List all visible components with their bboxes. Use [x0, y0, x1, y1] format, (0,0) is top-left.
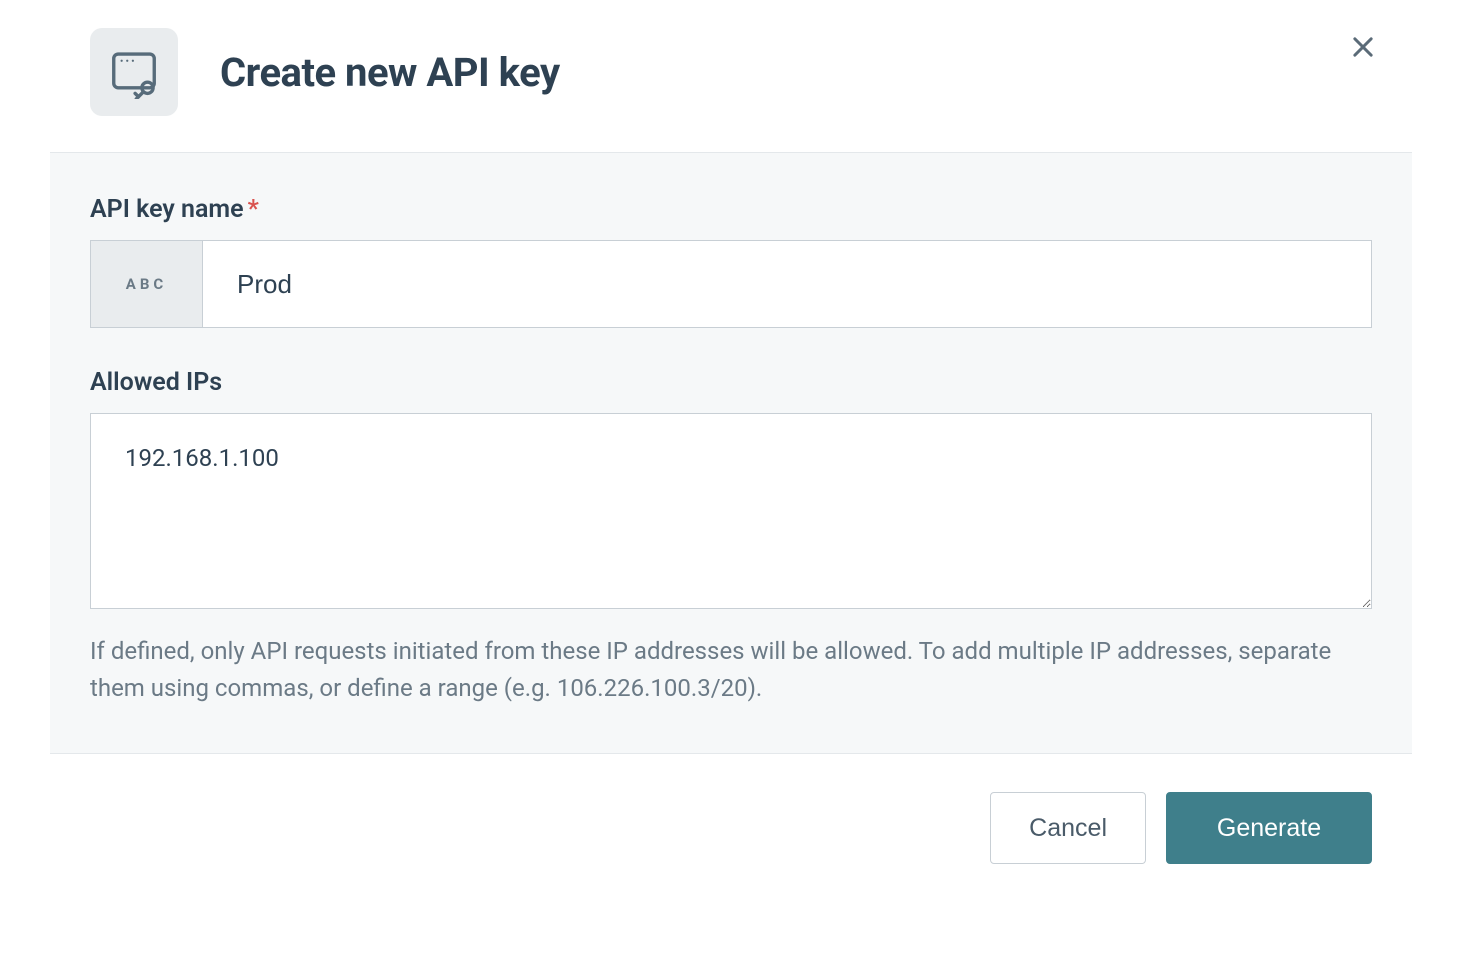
create-api-key-dialog: Create new API key API key name* ABC All…: [50, 0, 1412, 904]
dialog-header: Create new API key: [50, 0, 1412, 152]
dialog-body: API key name* ABC Allowed IPs If defined…: [50, 152, 1412, 754]
required-indicator: *: [248, 195, 259, 224]
api-key-name-label: API key name*: [90, 195, 1372, 224]
allowed-ips-help-text: If defined, only API requests initiated …: [90, 633, 1372, 707]
allowed-ips-input[interactable]: [90, 413, 1372, 609]
app-key-icon: [90, 28, 178, 116]
api-key-name-input[interactable]: [203, 241, 1371, 327]
generate-button[interactable]: Generate: [1166, 792, 1372, 864]
api-key-name-label-text: API key name: [90, 195, 244, 224]
text-prefix-icon: ABC: [91, 241, 203, 327]
dialog-footer: Cancel Generate: [50, 754, 1412, 904]
allowed-ips-group: Allowed IPs If defined, only API request…: [90, 368, 1372, 707]
close-button[interactable]: [1344, 28, 1382, 66]
dialog-title: Create new API key: [220, 49, 560, 96]
close-icon: [1349, 33, 1377, 61]
api-key-name-group: API key name* ABC: [90, 195, 1372, 328]
allowed-ips-label: Allowed IPs: [90, 368, 1372, 397]
cancel-button[interactable]: Cancel: [990, 792, 1146, 864]
api-key-name-input-wrap: ABC: [90, 240, 1372, 328]
